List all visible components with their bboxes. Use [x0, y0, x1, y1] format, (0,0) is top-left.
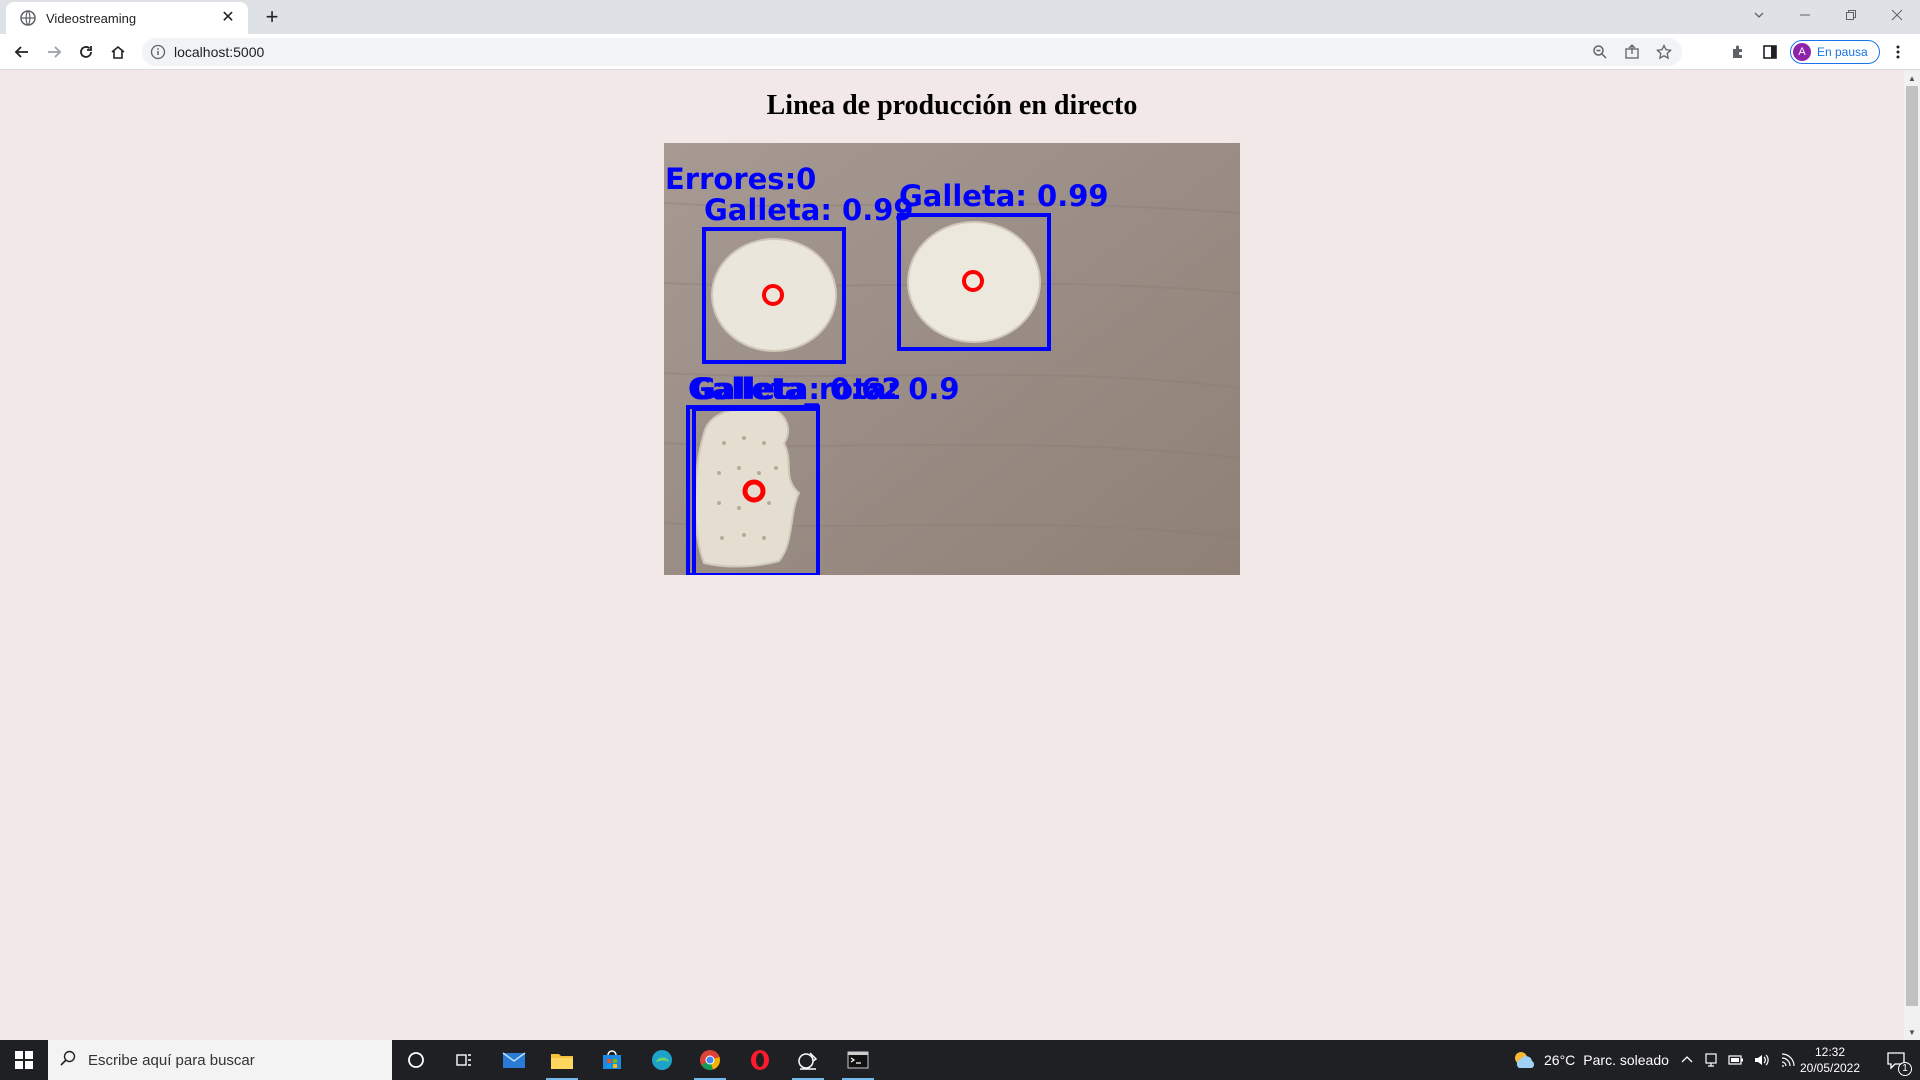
clock-time: 12:32 [1814, 1045, 1846, 1059]
anaconda-navigator-icon[interactable] [784, 1040, 832, 1080]
biscuit-2 [907, 221, 1041, 343]
avatar: A [1793, 43, 1811, 61]
scroll-up-arrow-icon[interactable]: ▲ [1904, 72, 1920, 86]
weather-description: Parc. soleado [1583, 1052, 1669, 1068]
tab-title: Videostreaming [46, 10, 137, 26]
notification-badge: 1 [1898, 1062, 1912, 1076]
close-tab-icon[interactable]: ✕ [218, 8, 238, 28]
browser-toolbar: localhost:5000 A En pausa [0, 34, 1920, 70]
back-icon[interactable] [8, 38, 36, 66]
zoom-icon[interactable] [1590, 42, 1610, 62]
windows-taskbar: Escribe aquí para buscar 26°C Parc. sole… [0, 1040, 1920, 1080]
profile-status-label: En pausa [1817, 45, 1868, 59]
store-icon[interactable] [588, 1040, 636, 1080]
minimize-icon[interactable] [1782, 0, 1828, 30]
opera-icon[interactable] [736, 1040, 784, 1080]
cortana-icon[interactable] [392, 1040, 440, 1080]
url-text[interactable]: localhost:5000 [174, 44, 264, 60]
tab-strip: Videostreaming ✕ + [0, 0, 1920, 34]
restore-icon[interactable] [1828, 0, 1874, 30]
home-icon[interactable] [104, 38, 132, 66]
extensions-icon[interactable] [1728, 42, 1748, 62]
profile-button[interactable]: A En pausa [1790, 40, 1880, 64]
detection-label-2: Galleta: 0.99 [899, 179, 1109, 213]
notifications-icon[interactable]: 1 [1876, 1040, 1916, 1080]
new-tab-button[interactable]: + [258, 4, 286, 32]
detection-label-1: Galleta: 0.99 [704, 193, 914, 227]
mail-icon[interactable] [490, 1040, 538, 1080]
meet-now-icon[interactable] [1704, 1053, 1718, 1067]
weather-temp: 26°C [1544, 1052, 1576, 1068]
biscuit-1 [711, 238, 837, 352]
terminal-icon[interactable] [834, 1040, 882, 1080]
share-icon[interactable] [1622, 42, 1642, 62]
forward-icon[interactable] [40, 38, 68, 66]
scrollbar-thumb[interactable] [1906, 86, 1918, 1006]
search-icon [60, 1050, 76, 1071]
page-title: Linea de producción en directo [766, 90, 1138, 121]
edge-icon[interactable] [638, 1040, 686, 1080]
chevron-up-icon[interactable] [1680, 1053, 1694, 1067]
system-tray [1680, 1040, 1796, 1080]
weather-widget[interactable]: 26°C Parc. soleado [1512, 1040, 1669, 1080]
partly-sunny-icon [1512, 1050, 1536, 1070]
volume-icon[interactable] [1754, 1053, 1770, 1067]
address-bar[interactable]: localhost:5000 [142, 38, 1682, 66]
tab-search-icon[interactable] [1736, 0, 1782, 30]
close-window-icon[interactable] [1874, 0, 1920, 30]
battery-icon[interactable] [1728, 1053, 1744, 1067]
system-clock[interactable]: 12:32 20/05/2022 [1790, 1044, 1870, 1076]
video-frame: Errores:0 Galleta: 0.99 Galleta: 0.99 Ga… [664, 143, 1240, 575]
clock-date: 20/05/2022 [1799, 1061, 1861, 1075]
detection-label-4: Galleta: 0.62 [692, 372, 902, 406]
side-panel-icon[interactable] [1760, 42, 1780, 62]
windows-start-icon[interactable] [0, 1040, 48, 1080]
video-stream: Errores:0 Galleta: 0.99 Galleta: 0.99 Ga… [664, 143, 1240, 575]
browser-tab[interactable]: Videostreaming ✕ [6, 2, 248, 34]
error-counter: Errores:0 [665, 162, 816, 196]
bookmark-star-icon[interactable] [1654, 42, 1674, 62]
taskbar-search-box[interactable]: Escribe aquí para buscar [48, 1040, 392, 1080]
search-placeholder: Escribe aquí para buscar [88, 1051, 255, 1069]
chrome-icon[interactable] [686, 1040, 734, 1080]
window-controls [1736, 0, 1920, 30]
site-info-icon[interactable] [150, 44, 166, 60]
task-view-icon[interactable] [440, 1040, 488, 1080]
more-menu-icon[interactable] [1888, 42, 1908, 62]
scroll-down-arrow-icon[interactable]: ▼ [1904, 1026, 1920, 1040]
globe-icon [20, 10, 36, 26]
file-explorer-icon[interactable] [538, 1040, 586, 1080]
reload-icon[interactable] [72, 38, 100, 66]
